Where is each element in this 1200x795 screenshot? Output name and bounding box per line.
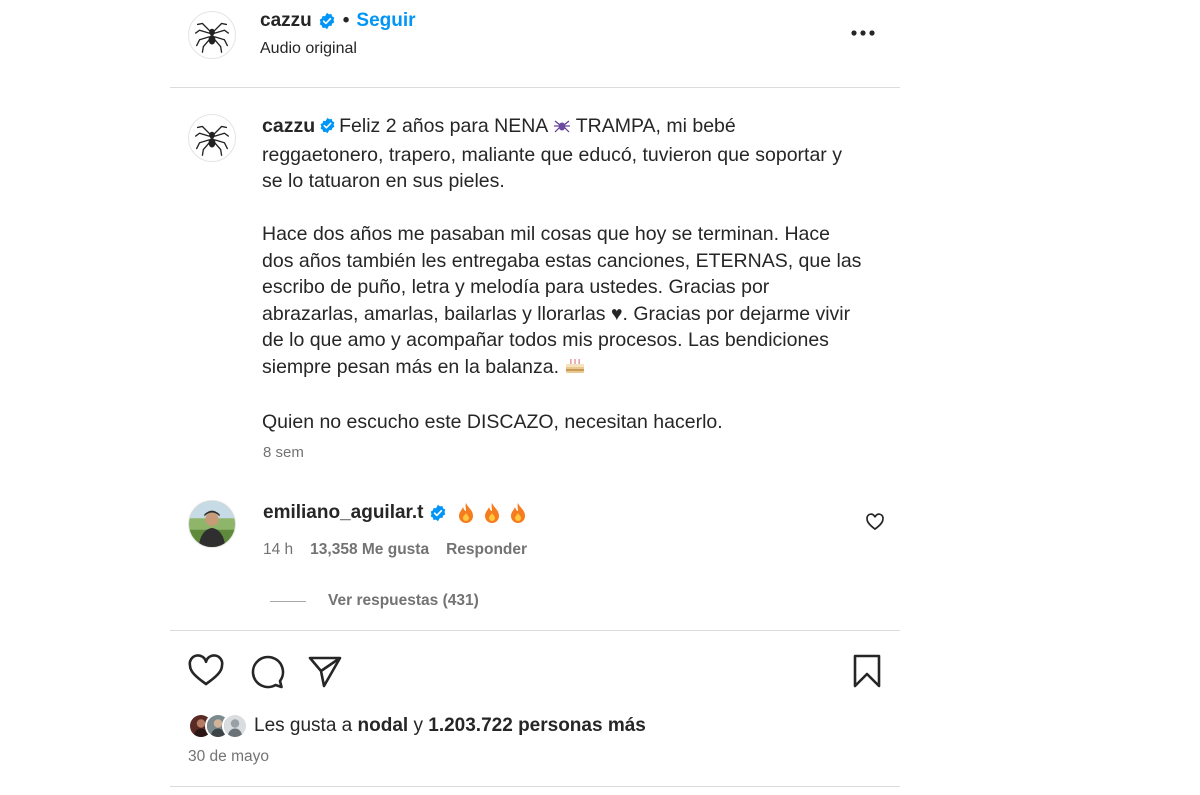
comment-time[interactable]: 14 h xyxy=(263,541,293,559)
like-button[interactable] xyxy=(187,652,225,690)
bookmark-icon xyxy=(853,654,881,688)
header-title-row: cazzu • Seguir xyxy=(260,10,416,32)
fire-emoji-icon xyxy=(484,503,499,523)
post-panel: cazzu • Seguir Audio original cazzu Feli… xyxy=(170,0,900,795)
author-username[interactable]: cazzu xyxy=(260,10,312,32)
caption-paragraph-1: cazzu Feliz 2 años para NENA TRAMPA, mi b… xyxy=(262,113,862,195)
fire-emoji-icon xyxy=(458,503,473,523)
replies-line xyxy=(270,600,306,602)
caption-author-avatar[interactable] xyxy=(188,114,236,162)
comment-text xyxy=(457,502,527,524)
follow-button[interactable]: Seguir xyxy=(356,10,415,32)
commenter-photo-icon xyxy=(189,501,235,547)
likes-count[interactable]: 1.203.722 personas más xyxy=(428,715,646,737)
post-header: cazzu • Seguir Audio original xyxy=(170,0,900,88)
view-replies-label: Ver respuestas (431) xyxy=(328,592,479,609)
caption-paragraph-3: Quien no escucho este DISCAZO, necesitan… xyxy=(262,410,723,433)
more-options-icon xyxy=(851,30,875,36)
separator-dot: • xyxy=(342,10,350,31)
heart-emoji-icon: ♥ xyxy=(610,302,623,325)
caption-text-1a: Feliz 2 años para NENA xyxy=(339,115,548,137)
heart-icon xyxy=(188,654,224,686)
caption-username[interactable]: cazzu xyxy=(262,115,315,137)
share-button[interactable] xyxy=(306,652,344,690)
heart-icon xyxy=(866,513,884,531)
spider-avatar-icon xyxy=(195,125,229,156)
spider-avatar-icon xyxy=(195,22,229,53)
comment-likes-count[interactable]: 13,358 Me gusta xyxy=(310,541,429,559)
post-date[interactable]: 30 de mayo xyxy=(188,748,269,766)
comment-like-button[interactable] xyxy=(865,512,885,532)
post-timestamp[interactable]: 8 sem xyxy=(263,444,304,461)
spider-emoji-icon xyxy=(553,115,571,142)
liker-avatar xyxy=(222,713,248,739)
comment-button[interactable] xyxy=(247,652,285,690)
likes-summary: Les gusta a nodal y 1.203.722 personas m… xyxy=(188,712,646,740)
commenter-username[interactable]: emiliano_aguilar.t xyxy=(263,502,424,524)
author-avatar[interactable] xyxy=(188,11,236,59)
share-icon xyxy=(308,656,342,688)
divider xyxy=(170,630,900,631)
view-replies-button[interactable]: Ver respuestas (431) xyxy=(270,592,479,610)
caption-paragraph-2: Hace dos años me pasaban mil cosas que h… xyxy=(262,221,862,382)
verified-badge-icon xyxy=(318,12,336,30)
divider xyxy=(170,786,900,787)
liker-avatars[interactable] xyxy=(188,713,248,739)
audio-link[interactable]: Audio original xyxy=(260,40,357,58)
fire-emoji-icon xyxy=(510,503,525,523)
verified-badge-icon xyxy=(319,117,336,134)
commenter-avatar[interactable] xyxy=(188,500,236,548)
liker-username[interactable]: nodal xyxy=(358,715,409,737)
comment-meta: 14 h 13,358 Me gusta Responder xyxy=(263,541,527,559)
reply-button[interactable]: Responder xyxy=(446,541,527,559)
comment-icon xyxy=(251,655,285,689)
more-options-button[interactable] xyxy=(846,18,880,48)
comment-header-row: emiliano_aguilar.t xyxy=(263,502,527,524)
cake-emoji-icon xyxy=(564,355,586,383)
verified-badge-icon xyxy=(429,504,447,522)
likes-conjunction: y xyxy=(413,715,423,736)
post-caption: cazzu Feliz 2 años para NENA TRAMPA, mi b… xyxy=(262,113,862,435)
likes-prefix: Les gusta a xyxy=(254,715,353,736)
save-button[interactable] xyxy=(848,652,886,690)
